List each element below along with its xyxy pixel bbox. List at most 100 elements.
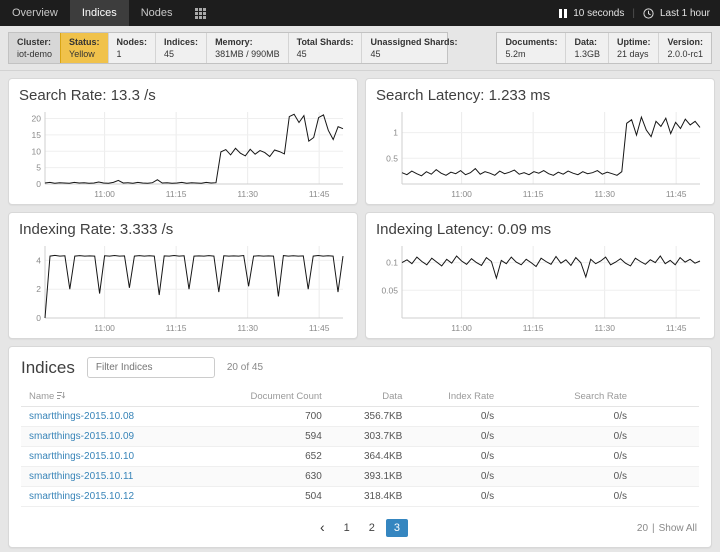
- cluster-stat-label: Memory:: [215, 36, 280, 48]
- svg-text:11:45: 11:45: [309, 189, 330, 199]
- column-header-data[interactable]: Data: [330, 387, 411, 407]
- topbar-controls: 10 seconds | Last 1 hour: [559, 0, 720, 26]
- cluster-stat-total-shards: Total Shards:45: [288, 33, 362, 63]
- svg-text:11:30: 11:30: [237, 323, 258, 333]
- index-name-cell: smartthings-2015.10.09: [21, 427, 200, 447]
- index-rate-cell: 0/s: [410, 467, 502, 487]
- index-rate-cell: 0/s: [410, 447, 502, 467]
- line-chart[interactable]: 11:0011:1511:3011:450.050.1: [376, 240, 704, 336]
- line-chart[interactable]: 11:0011:1511:3011:4505101520: [19, 106, 347, 202]
- svg-text:2: 2: [36, 284, 41, 294]
- column-header-name-label: Name: [29, 391, 54, 402]
- chart-panel: Search Latency: 1.233 ms 11:0011:1511:30…: [365, 78, 715, 205]
- table-row: smartthings-2015.10.10652364.4KB0/s0/s: [21, 447, 699, 467]
- cluster-stats-left: Cluster:iot-demoStatus:YellowNodes:1Indi…: [8, 32, 448, 64]
- apps-grid-icon: [195, 8, 206, 19]
- svg-text:11:00: 11:00: [94, 189, 115, 199]
- page-button-1[interactable]: 1: [336, 519, 358, 537]
- topbar-tabs: OverviewIndicesNodes: [0, 0, 185, 26]
- index-link[interactable]: smartthings-2015.10.12: [29, 491, 134, 502]
- cluster-stat-value: Yellow: [69, 48, 100, 60]
- line-chart[interactable]: 11:0011:1511:3011:45024: [19, 240, 347, 336]
- svg-text:0.05: 0.05: [381, 286, 398, 296]
- svg-text:11:30: 11:30: [594, 323, 615, 333]
- svg-text:11:30: 11:30: [237, 189, 258, 199]
- cluster-stat-label: Data:: [574, 36, 600, 48]
- cluster-stat-label: Status:: [69, 36, 100, 48]
- table-row: smartthings-2015.10.11630393.1KB0/s0/s: [21, 467, 699, 487]
- show-all-link[interactable]: Show All: [659, 523, 697, 534]
- chart-panel: Indexing Rate: 3.333 /s 11:0011:1511:301…: [8, 212, 358, 339]
- cluster-stat-memory: Memory:381MB / 990MB: [206, 33, 288, 63]
- data-size-cell: 364.4KB: [330, 447, 411, 467]
- data-size-cell: 303.7KB: [330, 427, 411, 447]
- svg-text:15: 15: [32, 130, 42, 140]
- pagination-pages: 123: [336, 519, 408, 537]
- search-rate-cell: 0/s: [502, 407, 699, 427]
- index-name-cell: smartthings-2015.10.08: [21, 407, 200, 427]
- cluster-stats-bar: Cluster:iot-demoStatus:YellowNodes:1Indi…: [0, 26, 720, 71]
- page-button-3[interactable]: 3: [386, 519, 408, 537]
- pagination: ‹ 123 20 | Show All: [21, 517, 699, 539]
- cluster-stat-value: iot-demo: [17, 48, 52, 60]
- page-button-2[interactable]: 2: [361, 519, 383, 537]
- table-row: smartthings-2015.10.12504318.4KB0/s0/s: [21, 487, 699, 507]
- apps-grid-button[interactable]: [185, 0, 216, 26]
- index-link[interactable]: smartthings-2015.10.11: [29, 471, 133, 482]
- pause-button[interactable]: [559, 9, 567, 18]
- cluster-stat-label: Indices:: [164, 36, 198, 48]
- index-name-cell: smartthings-2015.10.12: [21, 487, 200, 507]
- table-row: smartthings-2015.10.08700356.7KB0/s0/s: [21, 407, 699, 427]
- index-name-cell: smartthings-2015.10.10: [21, 447, 200, 467]
- index-link[interactable]: smartthings-2015.10.08: [29, 411, 134, 422]
- svg-text:5: 5: [36, 163, 41, 173]
- svg-text:11:00: 11:00: [451, 189, 472, 199]
- cluster-stat-status: Status:Yellow: [60, 33, 108, 63]
- filter-indices-input[interactable]: [87, 357, 215, 378]
- column-header-search-rate[interactable]: Search Rate: [502, 387, 699, 407]
- prev-page-button[interactable]: ‹: [312, 520, 333, 536]
- svg-text:11:00: 11:00: [451, 323, 472, 333]
- index-link[interactable]: smartthings-2015.10.10: [29, 451, 134, 462]
- time-range-label[interactable]: Last 1 hour: [660, 8, 710, 19]
- cluster-stat-value: 1.3GB: [574, 48, 600, 60]
- chart-panel: Search Rate: 13.3 /s 11:0011:1511:3011:4…: [8, 78, 358, 205]
- index-link[interactable]: smartthings-2015.10.09: [29, 431, 134, 442]
- cluster-stat-unassigned-shards: Unassigned Shards:45: [361, 33, 447, 63]
- svg-text:11:45: 11:45: [666, 323, 687, 333]
- cluster-stat-value: 1: [117, 48, 148, 60]
- pagination-total: 20: [637, 523, 648, 534]
- column-header-doc-count[interactable]: Document Count: [200, 387, 329, 407]
- doc-count-cell: 504: [200, 487, 329, 507]
- tab-overview[interactable]: Overview: [0, 0, 70, 26]
- cluster-stat-documents: Documents:5.2m: [497, 33, 565, 63]
- svg-text:11:15: 11:15: [523, 323, 544, 333]
- data-size-cell: 393.1KB: [330, 467, 411, 487]
- cluster-stat-label: Total Shards:: [297, 36, 354, 48]
- chart-title: Search Latency: 1.233 ms: [376, 87, 704, 104]
- chart-title: Search Rate: 13.3 /s: [19, 87, 347, 104]
- column-header-name[interactable]: Name: [21, 387, 200, 407]
- indices-header: Indices 20 of 45: [21, 357, 699, 378]
- index-rate-cell: 0/s: [410, 427, 502, 447]
- refresh-interval-label[interactable]: 10 seconds: [573, 8, 624, 19]
- cluster-stat-data: Data:1.3GB: [565, 33, 608, 63]
- cluster-stats-right: Documents:5.2mData:1.3GBUptime:21 daysVe…: [496, 32, 712, 64]
- cluster-stat-cluster: Cluster:iot-demo: [9, 33, 60, 63]
- line-chart[interactable]: 11:0011:1511:3011:450.51: [376, 106, 704, 202]
- column-header-index-rate[interactable]: Index Rate: [410, 387, 502, 407]
- search-rate-cell: 0/s: [502, 427, 699, 447]
- tab-indices[interactable]: Indices: [70, 0, 129, 26]
- table-header-row: Name Document Count Data Index Rate Sear…: [21, 387, 699, 407]
- clock-icon: [643, 8, 654, 19]
- doc-count-cell: 594: [200, 427, 329, 447]
- svg-text:11:15: 11:15: [166, 323, 187, 333]
- cluster-stat-value: 381MB / 990MB: [215, 48, 280, 60]
- svg-text:4: 4: [36, 256, 41, 266]
- indices-panel: Indices 20 of 45 Name Docume: [8, 346, 712, 548]
- tab-nodes[interactable]: Nodes: [129, 0, 185, 26]
- cluster-stat-value: 45: [164, 48, 198, 60]
- pagination-summary: 20 | Show All: [637, 523, 697, 534]
- pause-icon: [559, 9, 567, 18]
- svg-text:11:30: 11:30: [594, 189, 615, 199]
